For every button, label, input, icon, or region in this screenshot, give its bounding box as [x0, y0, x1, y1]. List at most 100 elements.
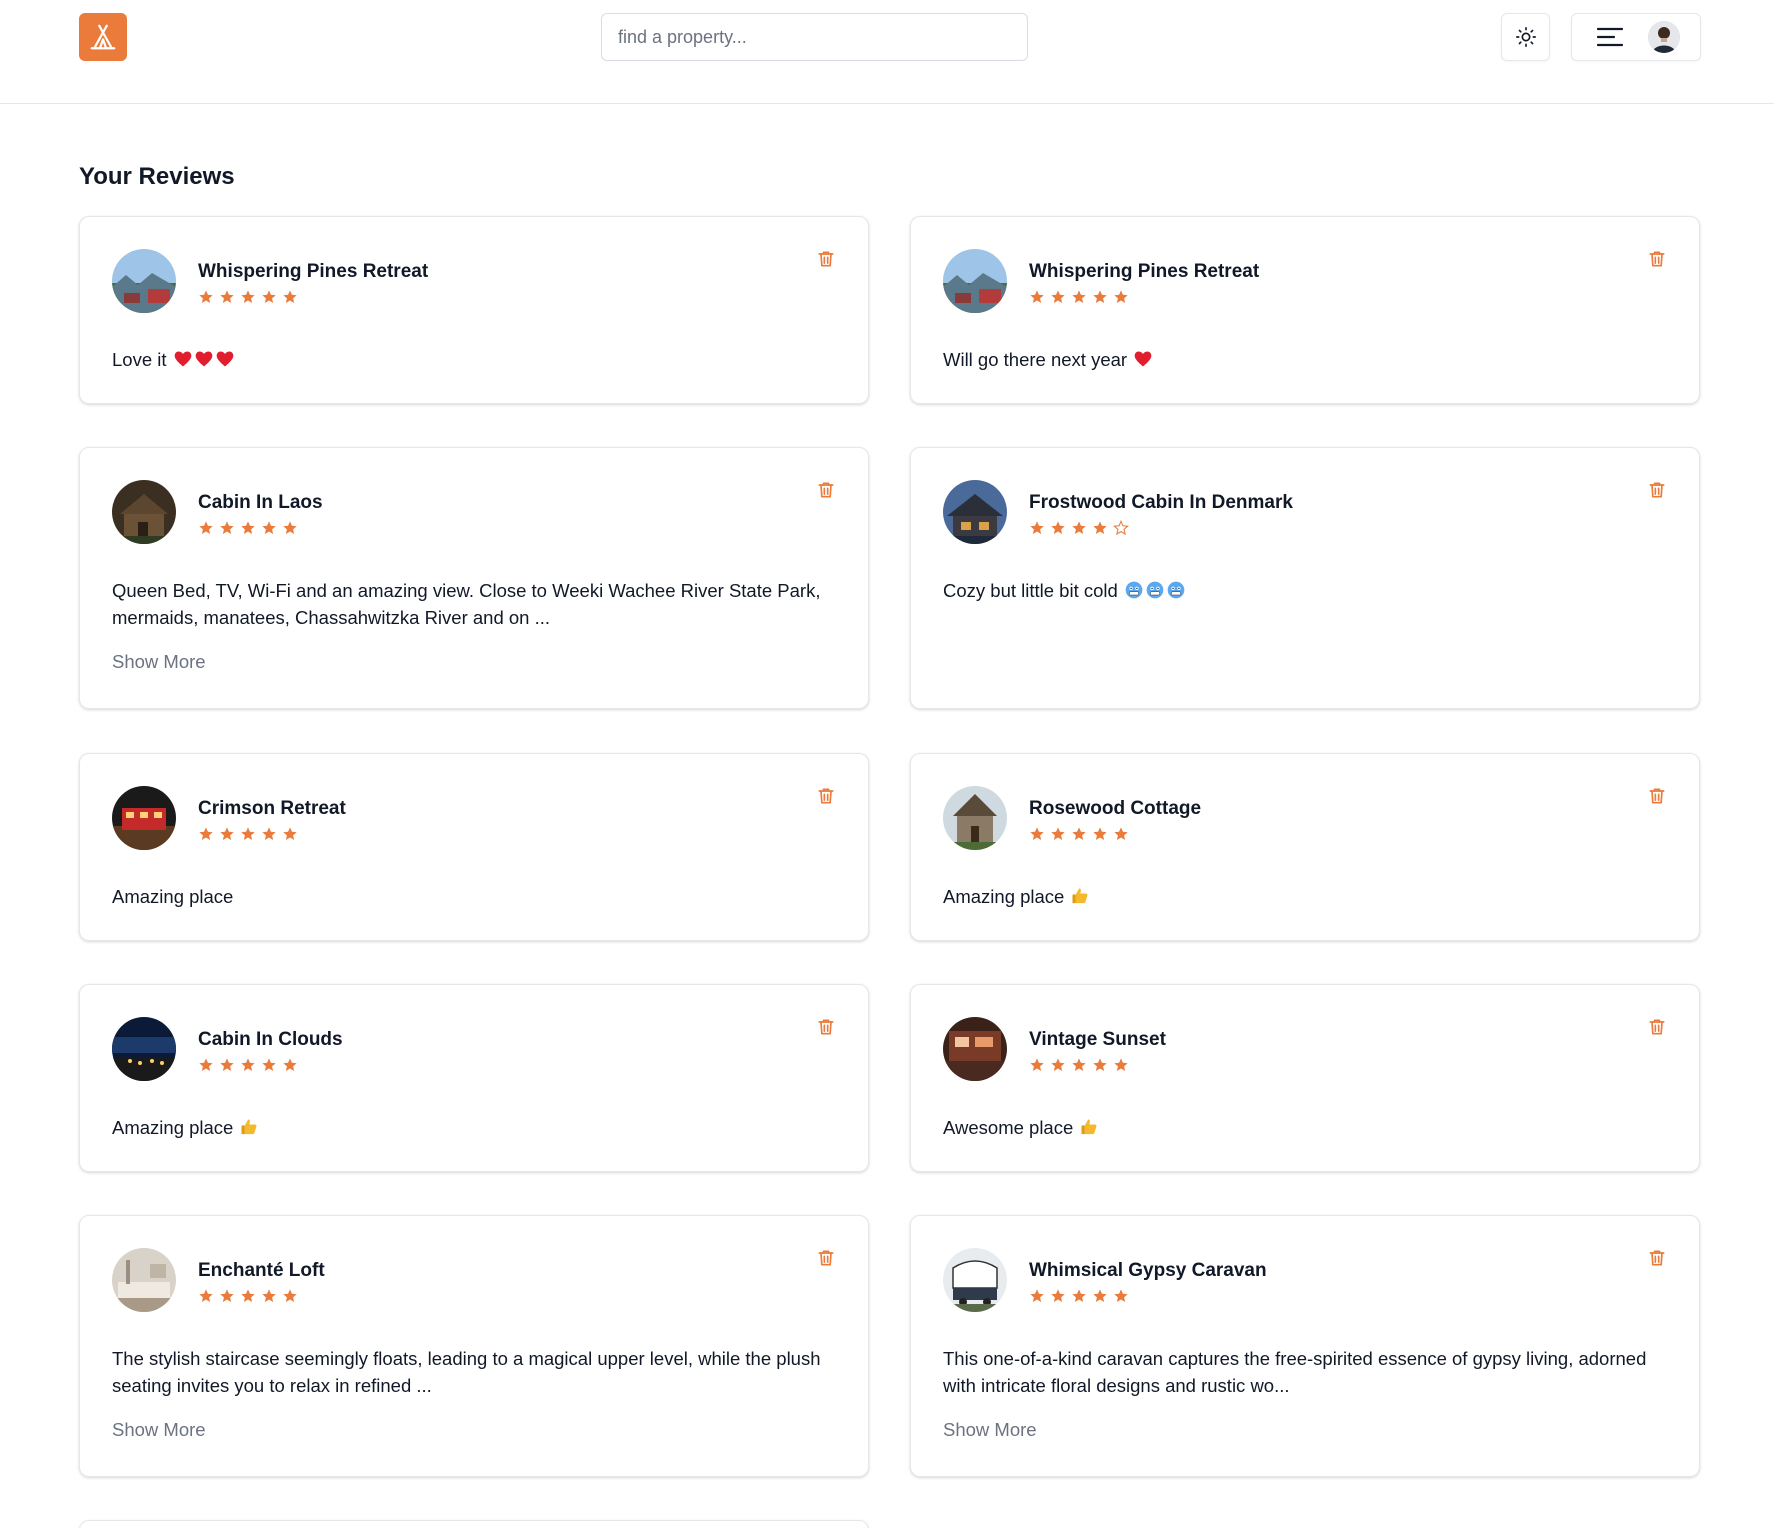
- review-comment: Amazing place: [112, 883, 838, 910]
- trash-icon: [1649, 251, 1665, 267]
- star-filled-icon: [1030, 1058, 1044, 1071]
- star-filled-icon: [1072, 1058, 1086, 1071]
- trash-icon: [818, 1250, 834, 1266]
- menu-lines-icon: [1596, 27, 1624, 47]
- search-input[interactable]: [601, 13, 1028, 61]
- star-filled-icon: [262, 290, 276, 303]
- heart-emoji-icon: [1134, 351, 1152, 367]
- show-more-link[interactable]: Show More: [112, 651, 206, 673]
- star-filled-icon: [283, 1058, 297, 1071]
- star-filled-icon: [1093, 290, 1107, 303]
- show-more-link[interactable]: Show More: [112, 1419, 206, 1441]
- review-comment-text: Cozy but little bit cold: [943, 580, 1118, 601]
- review-comment-text: Amazing place: [943, 886, 1065, 907]
- property-thumbnail: [112, 1248, 176, 1312]
- star-filled-icon: [220, 290, 234, 303]
- review-card: Whispering Pines Retreat Love it: [79, 216, 869, 404]
- star-rating: [1029, 289, 1129, 305]
- star-filled-icon: [1072, 1289, 1086, 1302]
- star-filled-icon: [283, 521, 297, 534]
- star-rating: [198, 1288, 298, 1304]
- delete-review-button[interactable]: [1647, 786, 1667, 806]
- trash-icon: [1649, 788, 1665, 804]
- delete-review-button[interactable]: [1647, 249, 1667, 269]
- property-name: Cabin In Laos: [198, 492, 323, 513]
- star-filled-icon: [220, 1058, 234, 1071]
- property-name: Rosewood Cottage: [1029, 798, 1202, 819]
- star-outline-icon: [1113, 520, 1129, 536]
- star-filled-icon: [241, 521, 255, 534]
- star-filled-icon: [262, 521, 276, 534]
- star-rating: [198, 826, 298, 842]
- trash-icon: [1649, 1019, 1665, 1035]
- star-filled-icon: [1114, 290, 1128, 303]
- thumbs-up-emoji-icon: [1081, 1119, 1097, 1135]
- star-filled-icon: [283, 1289, 297, 1302]
- star-filled-icon: [262, 1289, 276, 1302]
- review-comment: Awesome place: [943, 1114, 1669, 1141]
- trash-icon: [818, 1019, 834, 1035]
- star-filled-icon: [262, 827, 276, 840]
- review-comment: Queen Bed, TV, Wi-Fi and an amazing view…: [112, 577, 838, 631]
- star-filled-icon: [1051, 521, 1065, 534]
- delete-review-button[interactable]: [816, 480, 836, 500]
- thumbs-up-emoji-icon: [1072, 888, 1088, 904]
- review-comment: Will go there next year: [943, 346, 1669, 373]
- star-filled-icon: [1072, 827, 1086, 840]
- user-menu-button[interactable]: [1571, 13, 1701, 61]
- heart-emoji-icon: [174, 351, 191, 367]
- star-filled-icon: [1051, 1058, 1065, 1071]
- property-thumbnail: [943, 1248, 1007, 1312]
- review-card: Crimson Retreat Amazing place: [79, 753, 869, 941]
- delete-review-button[interactable]: [1647, 1248, 1667, 1268]
- star-filled-icon: [1114, 1289, 1128, 1302]
- star-filled-icon: [199, 290, 213, 303]
- star-filled-icon: [1072, 521, 1086, 534]
- logo-button[interactable]: [79, 13, 127, 61]
- star-rating: [1029, 826, 1129, 842]
- review-card: Rosewood Cottage Amazing place: [910, 753, 1700, 941]
- review-comment: Cozy but little bit cold: [943, 577, 1669, 604]
- review-card: Whimsical Gypsy Caravan This one-of-a-kin…: [910, 1215, 1700, 1477]
- review-comment-text: The stylish staircase seemingly floats, …: [112, 1348, 821, 1396]
- review-comment: The stylish staircase seemingly floats, …: [112, 1345, 838, 1399]
- review-comment-text: Amazing place: [112, 1117, 234, 1138]
- delete-review-button[interactable]: [816, 1248, 836, 1268]
- delete-review-button[interactable]: [816, 1017, 836, 1037]
- star-rating: [1029, 1288, 1129, 1304]
- star-filled-icon: [283, 290, 297, 303]
- star-filled-icon: [1114, 1058, 1128, 1071]
- property-thumbnail: [112, 480, 176, 544]
- delete-review-button[interactable]: [816, 249, 836, 269]
- delete-review-button[interactable]: [816, 786, 836, 806]
- trash-icon: [818, 788, 834, 804]
- property-name: Cabin In Clouds: [198, 1029, 343, 1050]
- star-filled-icon: [199, 521, 213, 534]
- trash-icon: [1649, 1250, 1665, 1266]
- show-more-link[interactable]: Show More: [943, 1419, 1037, 1441]
- star-filled-icon: [1030, 521, 1044, 534]
- star-rating: [198, 1057, 298, 1073]
- star-filled-icon: [1051, 827, 1065, 840]
- delete-review-button[interactable]: [1647, 1017, 1667, 1037]
- star-filled-icon: [241, 1289, 255, 1302]
- thumbs-up-emoji-icon: [241, 1119, 257, 1135]
- property-name: Frostwood Cabin In Denmark: [1029, 492, 1293, 513]
- star-filled-icon: [1093, 521, 1107, 534]
- theme-toggle-button[interactable]: [1501, 13, 1550, 61]
- property-thumbnail: [112, 786, 176, 850]
- review-comment-text: Queen Bed, TV, Wi-Fi and an amazing view…: [112, 580, 821, 628]
- star-filled-icon: [199, 827, 213, 840]
- review-comment: This one-of-a-kind caravan captures the …: [943, 1345, 1669, 1399]
- property-thumbnail: [943, 249, 1007, 313]
- property-thumbnail: [943, 1017, 1007, 1081]
- heart-emoji-icon: [216, 351, 233, 367]
- star-filled-icon: [199, 1289, 213, 1302]
- review-card: Enchanté Loft The stylish staircase seemi…: [79, 1215, 869, 1477]
- property-name: Enchanté Loft: [198, 1260, 325, 1281]
- delete-review-button[interactable]: [1647, 480, 1667, 500]
- star-filled-icon: [1093, 1058, 1107, 1071]
- tent-icon: [90, 24, 116, 50]
- star-filled-icon: [1030, 290, 1044, 303]
- star-filled-icon: [220, 521, 234, 534]
